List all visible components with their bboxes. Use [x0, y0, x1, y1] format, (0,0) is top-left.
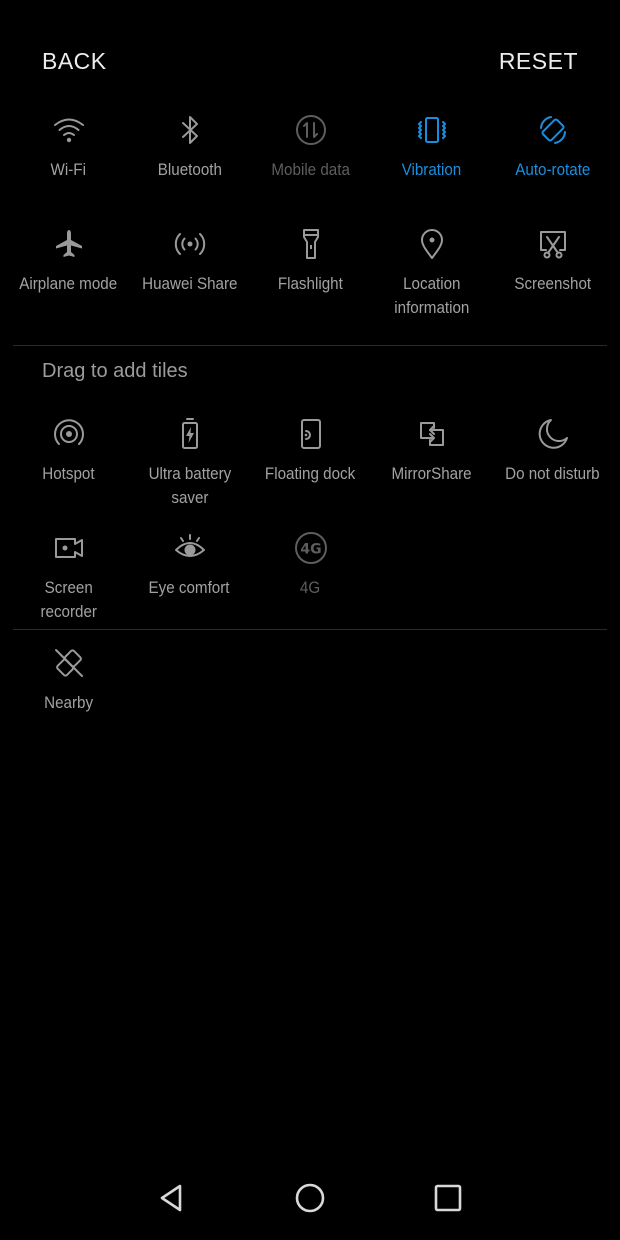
bluetooth-icon — [172, 112, 208, 148]
tile-mirrorshare[interactable]: MirrorShare — [371, 414, 492, 528]
active-tiles-grid: Wi-Fi Bluetooth Mobile data Vibration Auto-r… — [8, 110, 612, 338]
tile-label: Wi-Fi — [50, 161, 87, 179]
tile-4g[interactable]: 4G 4G — [250, 528, 371, 642]
battery-saver-icon — [172, 416, 208, 452]
tile-label: Nearby — [44, 694, 93, 712]
svg-text:4G: 4G — [300, 542, 321, 558]
moon-icon — [535, 416, 571, 452]
back-button[interactable]: BACK — [42, 48, 107, 75]
tile-vibration[interactable]: Vibration — [371, 110, 492, 224]
auto-rotate-icon — [535, 112, 571, 148]
screenshot-icon — [535, 226, 571, 262]
tile-label: Huawei Share — [141, 275, 238, 293]
tile-label: Screenshot — [514, 275, 591, 293]
flashlight-icon — [293, 226, 329, 262]
tile-label: Vibration — [401, 161, 462, 179]
wifi-icon — [51, 112, 87, 148]
4g-icon: 4G — [293, 530, 329, 566]
floating-dock-icon — [293, 416, 329, 452]
hotspot-icon — [51, 416, 87, 452]
drag-section-title: Drag to add tiles — [42, 360, 188, 382]
airplane-icon — [51, 226, 87, 262]
tile-screenshot[interactable]: Screenshot — [492, 224, 613, 338]
tile-auto-rotate[interactable]: Auto-rotate — [492, 110, 613, 224]
tile-label: 4G — [300, 579, 321, 597]
tile-label: Mobile data — [271, 161, 350, 179]
mirrorshare-icon — [414, 416, 450, 452]
tile-bluetooth[interactable]: Bluetooth — [129, 110, 250, 224]
tile-label: Ultra battery saver — [148, 465, 231, 507]
tile-label: Eye comfort — [149, 579, 230, 597]
divider — [13, 345, 607, 346]
tile-label: Location information — [393, 275, 470, 317]
tile-label: Do not disturb — [505, 465, 600, 483]
tile-floating-dock[interactable]: Floating dock — [250, 414, 371, 528]
tile-hotspot[interactable]: Hotspot — [8, 414, 129, 528]
tile-wi-fi[interactable]: Wi-Fi — [8, 110, 129, 224]
tile-airplane-mode[interactable]: Airplane mode — [8, 224, 129, 338]
navigation-bar — [0, 1160, 620, 1240]
tile-label: Auto-rotate — [514, 161, 591, 179]
eye-icon — [172, 530, 208, 566]
tile-label: Screen recorder — [40, 579, 97, 621]
nav-home-icon[interactable] — [290, 1178, 330, 1218]
top-bar: BACK RESET — [0, 0, 620, 110]
tile-flashlight[interactable]: Flashlight — [250, 224, 371, 338]
tile-mobile-data[interactable]: Mobile data — [250, 110, 371, 224]
nav-recents-icon[interactable] — [428, 1178, 468, 1218]
tile-label: Floating dock — [265, 465, 356, 483]
tile-ultra-battery-saver[interactable]: Ultra battery saver — [129, 414, 250, 528]
tile-label: MirrorShare — [391, 465, 472, 483]
extra-tiles-grid: Nearby — [8, 643, 612, 757]
tile-nearby[interactable]: Nearby — [8, 643, 129, 757]
tile-eye-comfort[interactable]: Eye comfort — [129, 528, 250, 642]
location-icon — [414, 226, 450, 262]
tile-label: Bluetooth — [157, 161, 222, 179]
divider — [13, 629, 607, 630]
mobile-data-icon — [293, 112, 329, 148]
nearby-icon — [51, 645, 87, 681]
available-tiles-grid: Hotspot Ultra battery saver Floating dock Mi… — [8, 414, 612, 642]
vibration-icon — [414, 112, 450, 148]
tile-label: Flashlight — [278, 275, 343, 293]
reset-button[interactable]: RESET — [499, 48, 578, 75]
tile-label: Airplane mode — [19, 275, 118, 293]
tile-do-not-disturb[interactable]: Do not disturb — [492, 414, 613, 528]
huawei-share-icon — [172, 226, 208, 262]
tile-label: Hotspot — [42, 465, 95, 483]
tile-screen-recorder[interactable]: Screen recorder — [8, 528, 129, 642]
nav-back-icon[interactable] — [152, 1178, 192, 1218]
tile-huawei-share[interactable]: Huawei Share — [129, 224, 250, 338]
screen-recorder-icon — [51, 530, 87, 566]
tile-location-information[interactable]: Location information — [371, 224, 492, 338]
